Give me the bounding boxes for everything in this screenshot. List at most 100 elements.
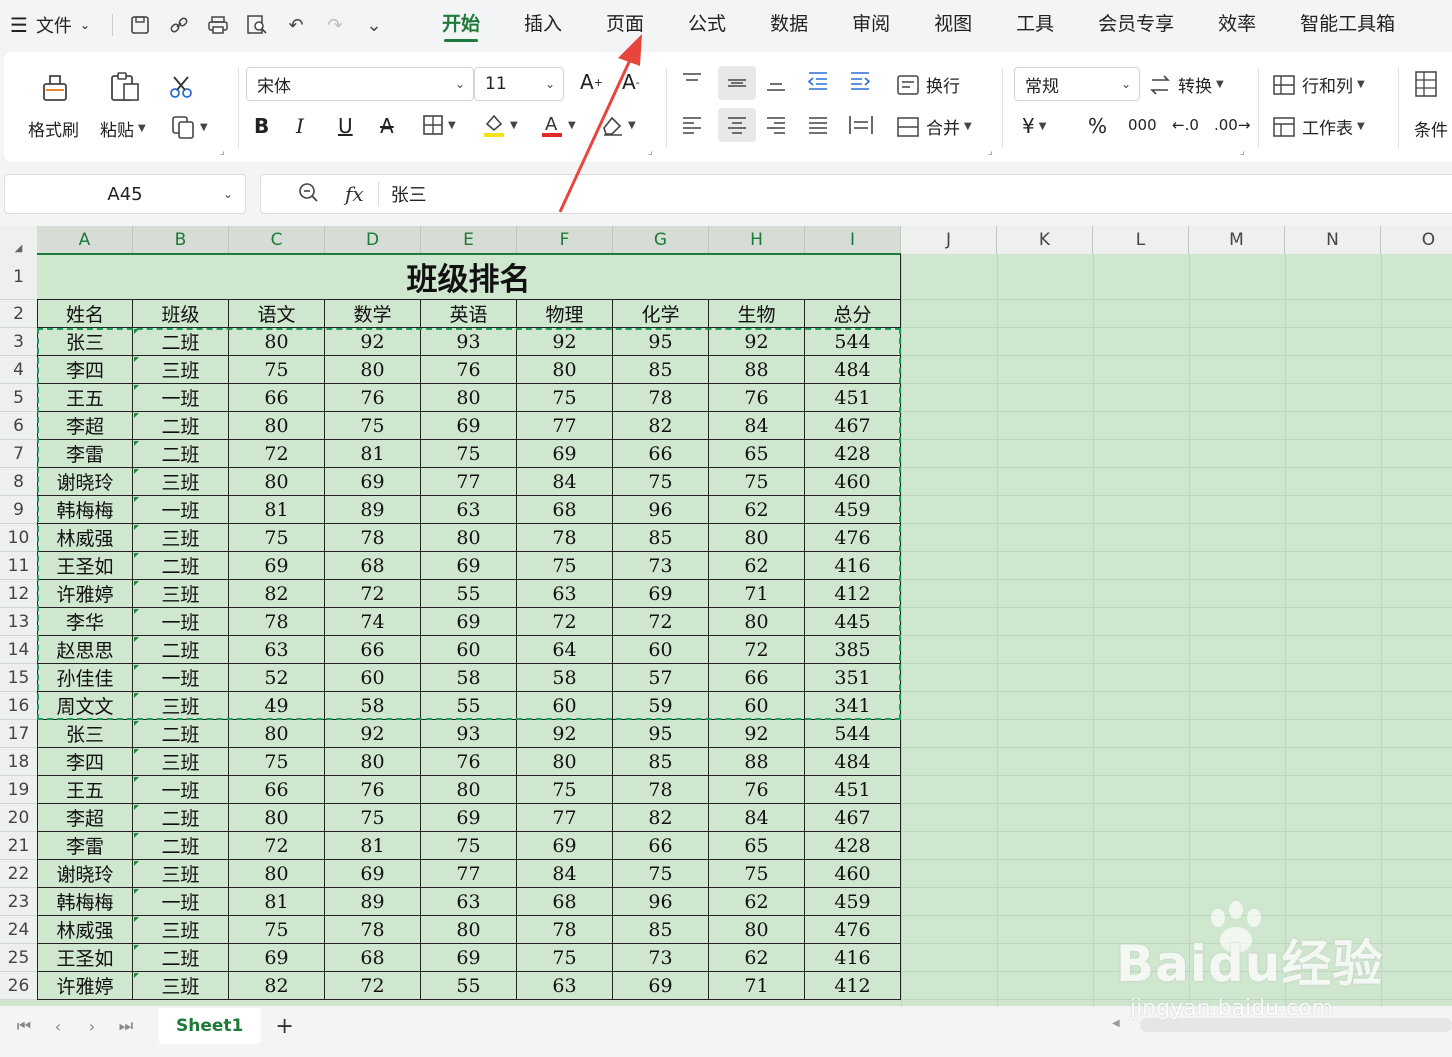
table-cell[interactable]: 484 xyxy=(805,748,901,776)
decrease-decimal-icon[interactable]: .00→ xyxy=(1214,116,1250,134)
table-cell[interactable]: 58 xyxy=(421,664,517,692)
copy-button[interactable]: ▼ xyxy=(170,114,208,140)
table-cell[interactable]: 75 xyxy=(517,552,613,580)
table-cell[interactable]: 69 xyxy=(613,580,709,608)
table-cell[interactable]: 95 xyxy=(613,328,709,356)
table-cell[interactable]: 二班 xyxy=(133,944,229,972)
row-header-24[interactable]: 24 xyxy=(0,916,37,944)
table-cell[interactable]: 王五 xyxy=(37,776,133,804)
distributed-icon[interactable] xyxy=(848,114,874,136)
table-cell[interactable]: 64 xyxy=(517,636,613,664)
table-cell[interactable]: 82 xyxy=(613,804,709,832)
formula-input[interactable]: 张三 xyxy=(391,181,427,207)
table-cell[interactable]: 89 xyxy=(325,888,421,916)
table-cell[interactable]: 王五 xyxy=(37,384,133,412)
tab-efficiency[interactable]: 效率 xyxy=(1196,0,1278,50)
table-cell[interactable]: 81 xyxy=(325,440,421,468)
table-cell[interactable]: 341 xyxy=(805,692,901,720)
currency-icon[interactable]: ¥ ▼ xyxy=(1022,114,1046,138)
align-middle-icon[interactable] xyxy=(718,66,756,100)
font-name-select[interactable]: 宋体 ⌄ xyxy=(246,67,474,101)
table-cell[interactable]: 80 xyxy=(421,524,517,552)
table-cell[interactable]: 77 xyxy=(517,412,613,440)
table-cell[interactable]: 544 xyxy=(805,720,901,748)
tab-insert[interactable]: 插入 xyxy=(502,0,584,50)
merge-button[interactable]: 合并 ▼ xyxy=(896,114,972,139)
table-cell[interactable]: 一班 xyxy=(133,608,229,636)
table-cell[interactable]: 467 xyxy=(805,412,901,440)
redo-icon[interactable]: ↷ xyxy=(322,12,348,38)
table-cell[interactable]: 451 xyxy=(805,384,901,412)
dialog-launcher-icon[interactable]: ⌟ xyxy=(988,146,993,157)
table-cell[interactable]: 80 xyxy=(229,860,325,888)
table-cell[interactable]: 93 xyxy=(421,328,517,356)
next-sheet-icon[interactable]: › xyxy=(82,1017,102,1036)
insert-function-icon[interactable]: fx xyxy=(345,182,364,206)
cut-icon[interactable] xyxy=(168,74,194,100)
row-header-4[interactable]: 4 xyxy=(0,356,37,384)
table-cell[interactable]: 62 xyxy=(709,944,805,972)
table-cell[interactable]: 李雷 xyxy=(37,832,133,860)
table-cell[interactable]: 55 xyxy=(421,972,517,1000)
paste-button[interactable]: 粘贴 ▼ xyxy=(100,116,146,141)
increase-font-icon[interactable]: A + xyxy=(580,70,603,94)
wrap-text-button[interactable]: 换行 xyxy=(896,72,960,97)
table-cell[interactable]: 王圣如 xyxy=(37,552,133,580)
table-cell[interactable]: 72 xyxy=(517,608,613,636)
table-cell[interactable]: 80 xyxy=(421,776,517,804)
table-cell[interactable]: 544 xyxy=(805,328,901,356)
table-cell[interactable]: 459 xyxy=(805,496,901,524)
table-cell[interactable]: 428 xyxy=(805,832,901,860)
table-cell[interactable]: 60 xyxy=(709,692,805,720)
align-bottom-icon[interactable] xyxy=(764,70,788,92)
table-cell[interactable]: 78 xyxy=(613,776,709,804)
table-cell[interactable]: 三班 xyxy=(133,972,229,1000)
row-header-14[interactable]: 14 xyxy=(0,636,37,664)
table-cell[interactable]: 68 xyxy=(325,552,421,580)
row-header-15[interactable]: 15 xyxy=(0,664,37,692)
table-cell[interactable]: 76 xyxy=(325,776,421,804)
table-cell[interactable]: 66 xyxy=(613,832,709,860)
table-cell[interactable]: 二班 xyxy=(133,804,229,832)
table-cell[interactable]: 93 xyxy=(421,720,517,748)
align-right-icon[interactable] xyxy=(764,114,788,136)
table-cell[interactable]: 92 xyxy=(325,328,421,356)
table-cell[interactable]: 84 xyxy=(517,468,613,496)
table-cell[interactable]: 467 xyxy=(805,804,901,832)
align-top-icon[interactable] xyxy=(680,70,704,92)
tab-formula[interactable]: 公式 xyxy=(666,0,748,50)
worksheet-button[interactable]: 工作表 ▼ xyxy=(1272,114,1365,139)
table-cell[interactable]: 78 xyxy=(613,384,709,412)
table-cell[interactable]: 69 xyxy=(325,468,421,496)
table-cell[interactable]: 李华 xyxy=(37,608,133,636)
table-cell[interactable]: 76 xyxy=(709,776,805,804)
table-cell[interactable]: 80 xyxy=(325,748,421,776)
table-cell[interactable]: 92 xyxy=(709,720,805,748)
table-cell[interactable]: 69 xyxy=(517,832,613,860)
table-cell[interactable]: 69 xyxy=(421,608,517,636)
table-cell[interactable]: 416 xyxy=(805,944,901,972)
table-cell[interactable]: 78 xyxy=(517,916,613,944)
table-cell[interactable]: 65 xyxy=(709,440,805,468)
tab-page[interactable]: 页面 xyxy=(584,0,666,50)
row-header-10[interactable]: 10 xyxy=(0,524,37,552)
table-header-cell[interactable]: 物理 xyxy=(517,300,613,328)
table-cell[interactable]: 81 xyxy=(325,832,421,860)
table-cell[interactable]: 95 xyxy=(613,720,709,748)
table-cell[interactable]: 一班 xyxy=(133,776,229,804)
format-painter-button[interactable]: 格式刷 xyxy=(28,116,79,141)
table-cell[interactable]: 85 xyxy=(613,356,709,384)
tab-review[interactable]: 审阅 xyxy=(830,0,912,50)
paste-icon[interactable] xyxy=(108,70,142,104)
table-cell[interactable]: 一班 xyxy=(133,888,229,916)
justify-icon[interactable] xyxy=(806,114,830,136)
table-cell[interactable]: 80 xyxy=(421,384,517,412)
table-cell[interactable]: 476 xyxy=(805,916,901,944)
add-sheet-icon[interactable]: + xyxy=(275,1014,293,1039)
table-cell[interactable]: 82 xyxy=(229,972,325,1000)
table-cell[interactable]: 二班 xyxy=(133,552,229,580)
table-cell[interactable]: 75 xyxy=(709,860,805,888)
table-cell[interactable]: 84 xyxy=(709,804,805,832)
table-cell[interactable]: 78 xyxy=(325,524,421,552)
column-header-f[interactable]: F xyxy=(517,226,613,254)
